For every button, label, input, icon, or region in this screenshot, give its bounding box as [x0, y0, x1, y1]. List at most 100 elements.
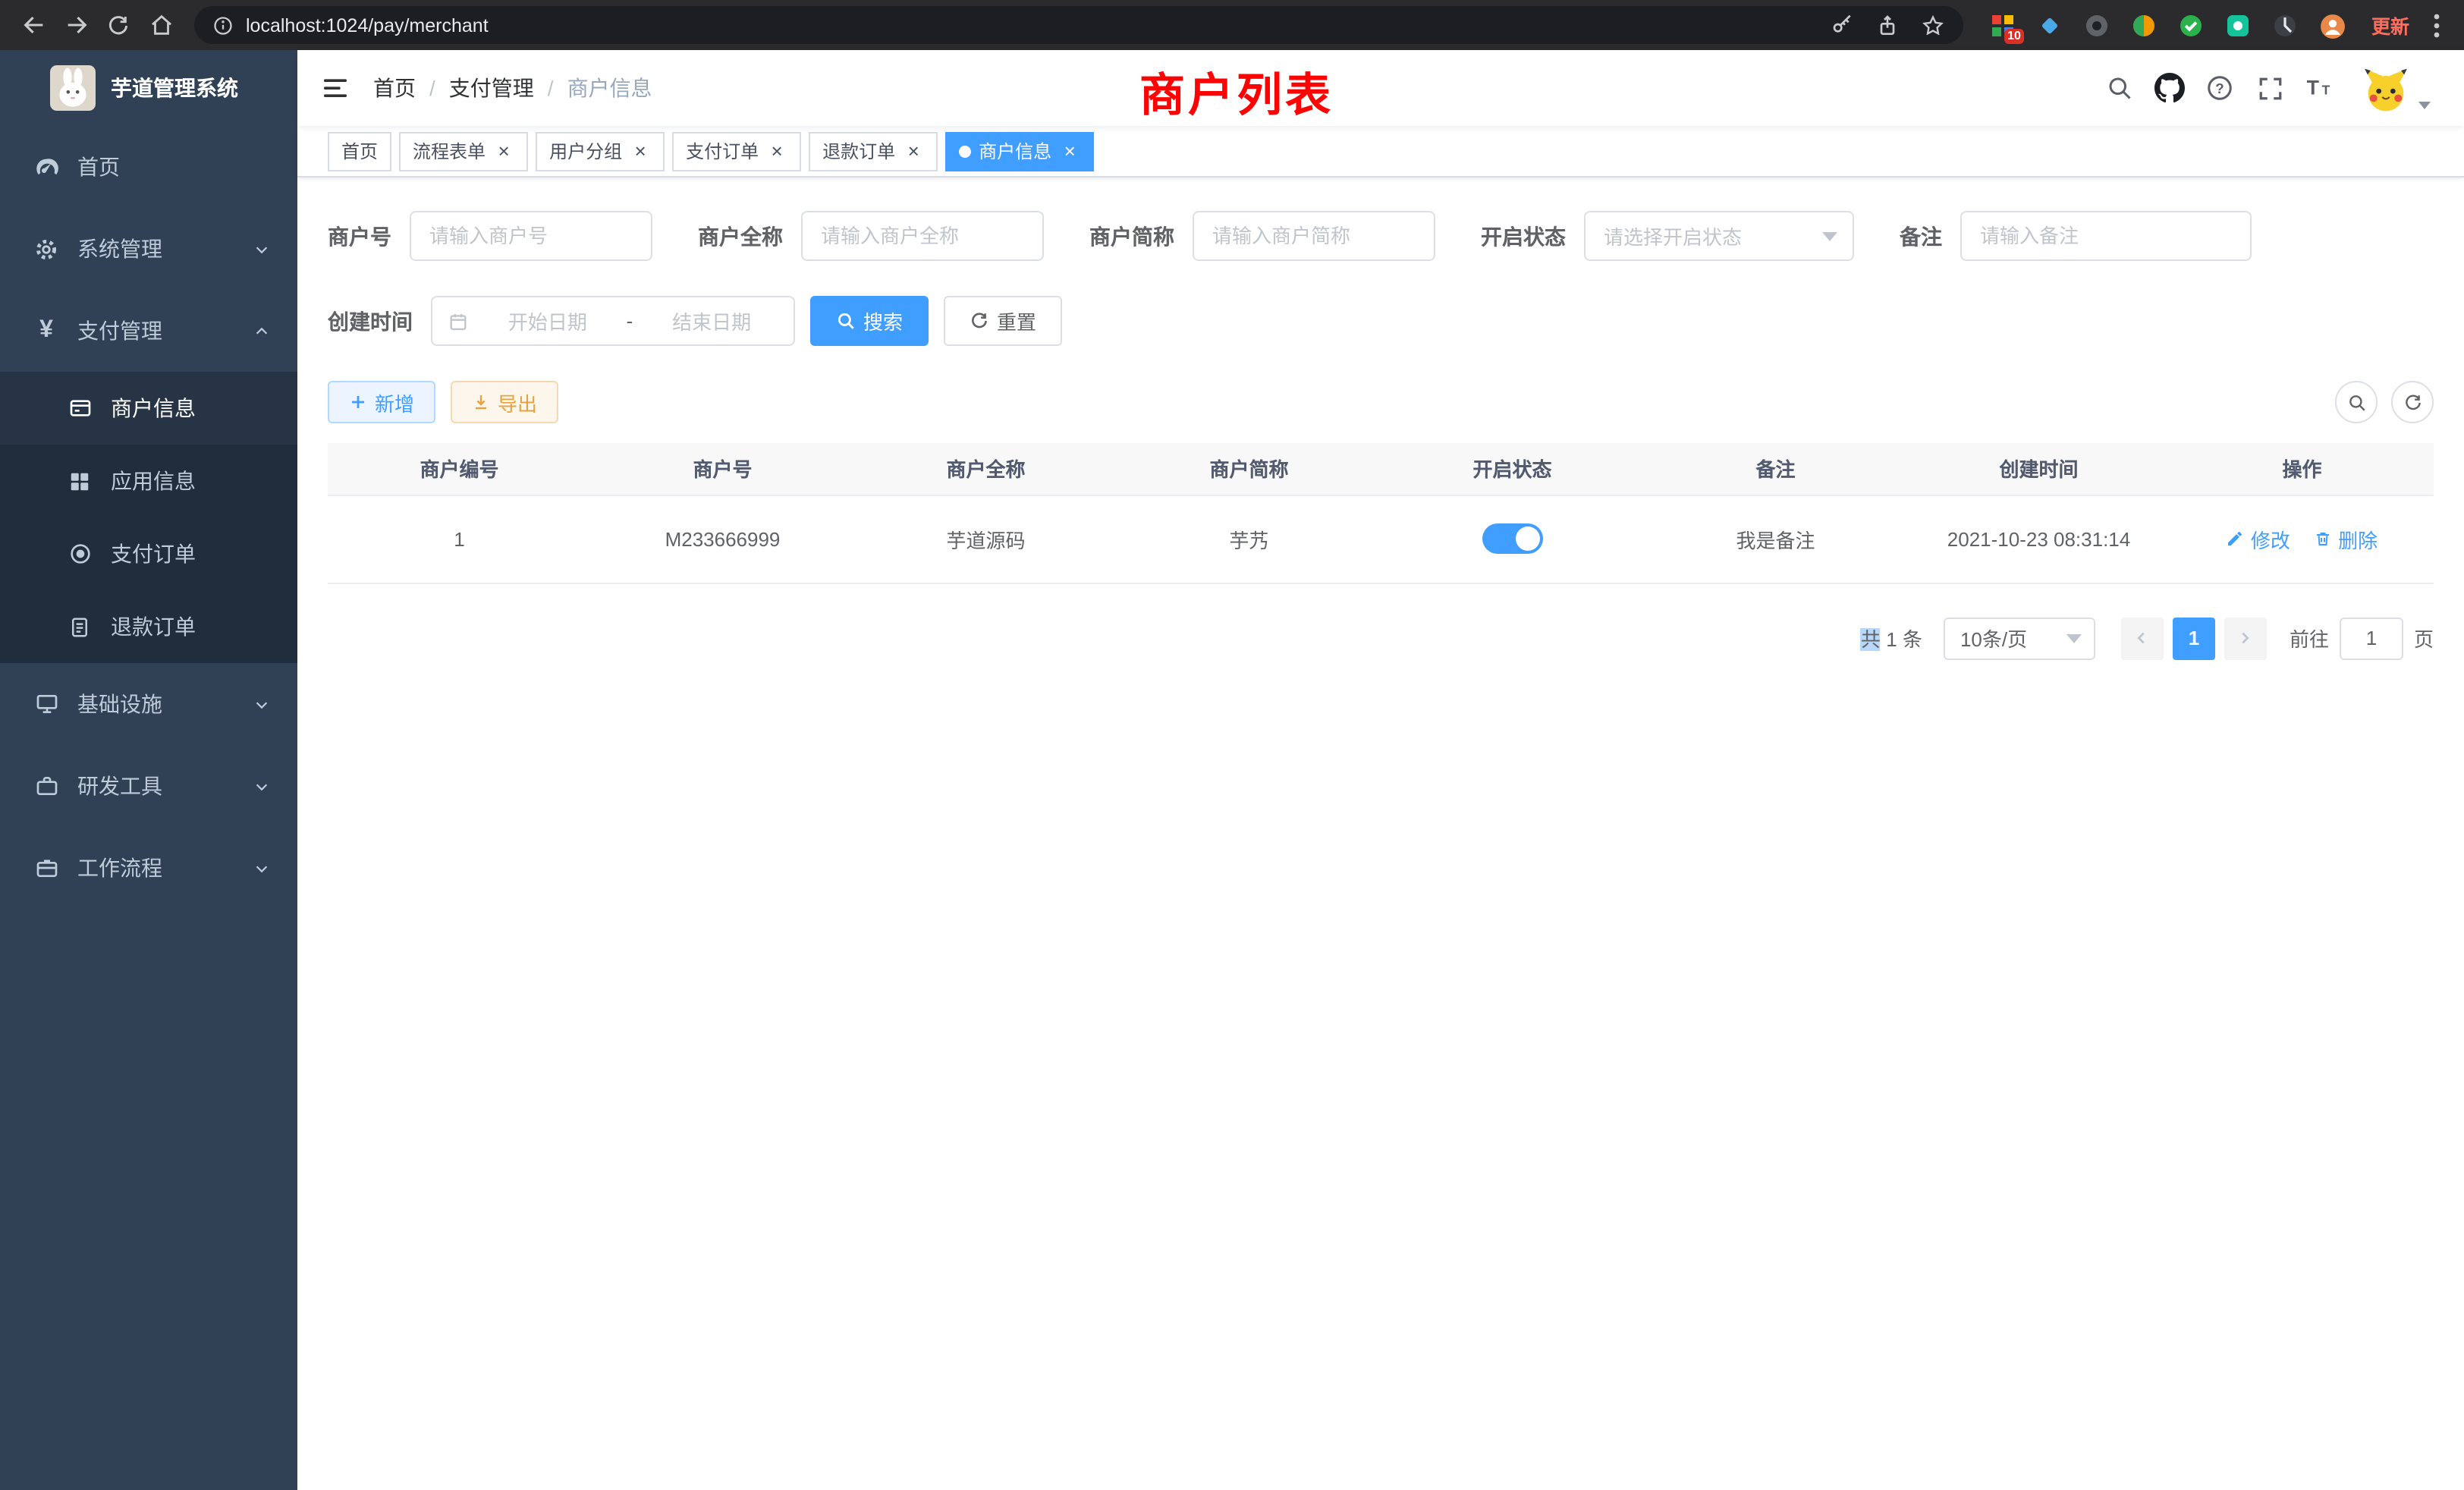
date-range-picker[interactable]: 开始日期 - 结束日期 [431, 296, 795, 346]
tab-user-group[interactable]: 用户分组 [536, 131, 665, 171]
sidebar-item-system[interactable]: 系统管理 [0, 208, 297, 290]
profile-avatar-icon[interactable] [2320, 13, 2344, 37]
page-number: 1 [2189, 627, 2199, 649]
prev-page-button[interactable] [2121, 617, 2164, 659]
tab-refund-order[interactable]: 退款订单 [809, 131, 938, 171]
reset-button[interactable]: 重置 [944, 296, 1062, 346]
browser-toolbar: localhost:1024/pay/merchant 10 [0, 0, 2464, 50]
sidebar-item-pay-order[interactable]: 支付订单 [0, 517, 297, 590]
sidebar-item-workflow[interactable]: 工作流程 [0, 827, 297, 909]
sidebar-item-label: 支付管理 [77, 316, 162, 346]
bookmark-star-icon[interactable] [1921, 13, 1945, 37]
remark-input[interactable] [1960, 211, 2252, 261]
reload-button[interactable] [97, 4, 140, 46]
status-toggle[interactable] [1482, 523, 1543, 554]
extension-pinwheel-icon[interactable] [2273, 13, 2297, 37]
tab-label: 商户信息 [979, 138, 1051, 164]
back-button[interactable] [12, 4, 55, 46]
close-icon[interactable] [630, 140, 651, 162]
github-button[interactable] [2148, 67, 2191, 109]
delete-button[interactable]: 删除 [2314, 524, 2378, 553]
cell-short-name: 芋艿 [1117, 495, 1381, 583]
short-name-label: 商户简称 [1089, 221, 1174, 251]
breadcrumb-payment[interactable]: 支付管理 [449, 73, 534, 103]
extension-duotone-icon[interactable] [2132, 13, 2156, 37]
sidebar-item-label: 支付订单 [111, 539, 196, 569]
next-page-button[interactable] [2224, 617, 2267, 659]
header-search-button[interactable] [2098, 67, 2141, 109]
sidebar-menu: 首页 系统管理 ¥ 支付管理 [0, 126, 297, 909]
edit-button[interactable]: 修改 [2227, 524, 2290, 553]
goto-label: 前往 [2290, 624, 2329, 652]
sidebar-item-label: 系统管理 [77, 234, 162, 264]
search-icon [2106, 74, 2133, 102]
refresh-table-button[interactable] [2391, 381, 2434, 423]
font-size-button[interactable]: TT [2299, 67, 2341, 109]
extension-colorgrid-icon[interactable]: 10 [1991, 13, 2015, 37]
add-button[interactable]: 新增 [328, 381, 435, 423]
merchant-no-input[interactable] [410, 211, 652, 261]
back-icon [20, 12, 46, 38]
update-button[interactable]: 更新 [2359, 6, 2422, 44]
hamburger-button[interactable] [297, 73, 373, 103]
tab-pay-order[interactable]: 支付订单 [672, 131, 801, 171]
pagination: 共 1 条 10条/页 1 前往 页 [328, 617, 2434, 659]
pagination-goto: 前往 页 [2290, 617, 2434, 659]
user-menu[interactable] [2362, 64, 2431, 112]
tab-process-form[interactable]: 流程表单 [399, 131, 528, 171]
breadcrumb-home[interactable]: 首页 [373, 73, 416, 103]
fullscreen-button[interactable] [2249, 67, 2291, 109]
full-name-input[interactable] [801, 211, 1044, 261]
home-button[interactable] [140, 4, 182, 46]
tab-home[interactable]: 首页 [328, 131, 391, 171]
col-full-name: 商户全称 [854, 443, 1117, 495]
share-icon[interactable] [1875, 13, 1900, 37]
extension-check-icon[interactable] [2179, 13, 2203, 37]
extension-dark-icon[interactable] [2085, 13, 2109, 37]
goto-page-input[interactable] [2340, 617, 2403, 659]
sidebar-item-payment[interactable]: ¥ 支付管理 [0, 290, 297, 372]
help-button[interactable]: ? [2198, 67, 2241, 109]
home-icon [148, 12, 174, 38]
sidebar-item-home[interactable]: 首页 [0, 126, 297, 208]
close-icon[interactable] [493, 140, 514, 162]
create-time-label: 创建时间 [328, 306, 413, 336]
short-name-input[interactable] [1193, 211, 1435, 261]
close-icon[interactable] [1059, 140, 1080, 162]
sidebar-item-merchant-info[interactable]: 商户信息 [0, 372, 297, 445]
tab-label: 流程表单 [413, 138, 486, 164]
close-icon[interactable] [766, 140, 787, 162]
tab-label: 退款订单 [822, 138, 895, 164]
status-select[interactable]: 请选择开启状态 [1584, 211, 1854, 261]
status-label: 开启状态 [1481, 221, 1566, 251]
breadcrumb: 首页 / 支付管理 / 商户信息 [373, 73, 652, 103]
sidebar-item-infra[interactable]: 基础设施 [0, 663, 297, 745]
close-icon[interactable] [903, 140, 924, 162]
sidebar-item-label: 应用信息 [111, 466, 196, 496]
page-size-select[interactable]: 10条/页 [1944, 617, 2095, 659]
col-status: 开启状态 [1381, 443, 1644, 495]
sidebar-item-refund-order[interactable]: 退款订单 [0, 590, 297, 663]
address-bar[interactable]: localhost:1024/pay/merchant [194, 6, 1963, 44]
github-icon [2154, 73, 2185, 103]
search-button[interactable]: 搜索 [810, 296, 929, 346]
extension-blue-icon[interactable] [2038, 13, 2062, 37]
page-annotation: 商户列表 [1139, 58, 1334, 124]
forward-button[interactable] [55, 4, 97, 46]
export-button[interactable]: 导出 [451, 381, 558, 423]
sidebar-item-app-info[interactable]: 应用信息 [0, 445, 297, 517]
app-grid-icon [67, 468, 93, 494]
key-icon[interactable] [1830, 13, 1854, 37]
sidebar-item-label: 商户信息 [111, 393, 196, 423]
app-logo[interactable]: 芋道管理系统 [0, 50, 297, 126]
page-button-1[interactable]: 1 [2173, 617, 2215, 659]
col-merchant-no: 商户号 [591, 443, 854, 495]
chevron-left-icon [2134, 630, 2151, 646]
remark-label: 备注 [1900, 221, 1942, 251]
browser-menu-button[interactable] [2422, 13, 2452, 37]
tab-merchant-info[interactable]: 商户信息 [945, 131, 1094, 171]
sidebar-item-devtools[interactable]: 研发工具 [0, 745, 297, 827]
info-icon [212, 14, 234, 36]
extension-green-square-icon[interactable] [2226, 13, 2250, 37]
toggle-search-button[interactable] [2335, 381, 2378, 423]
